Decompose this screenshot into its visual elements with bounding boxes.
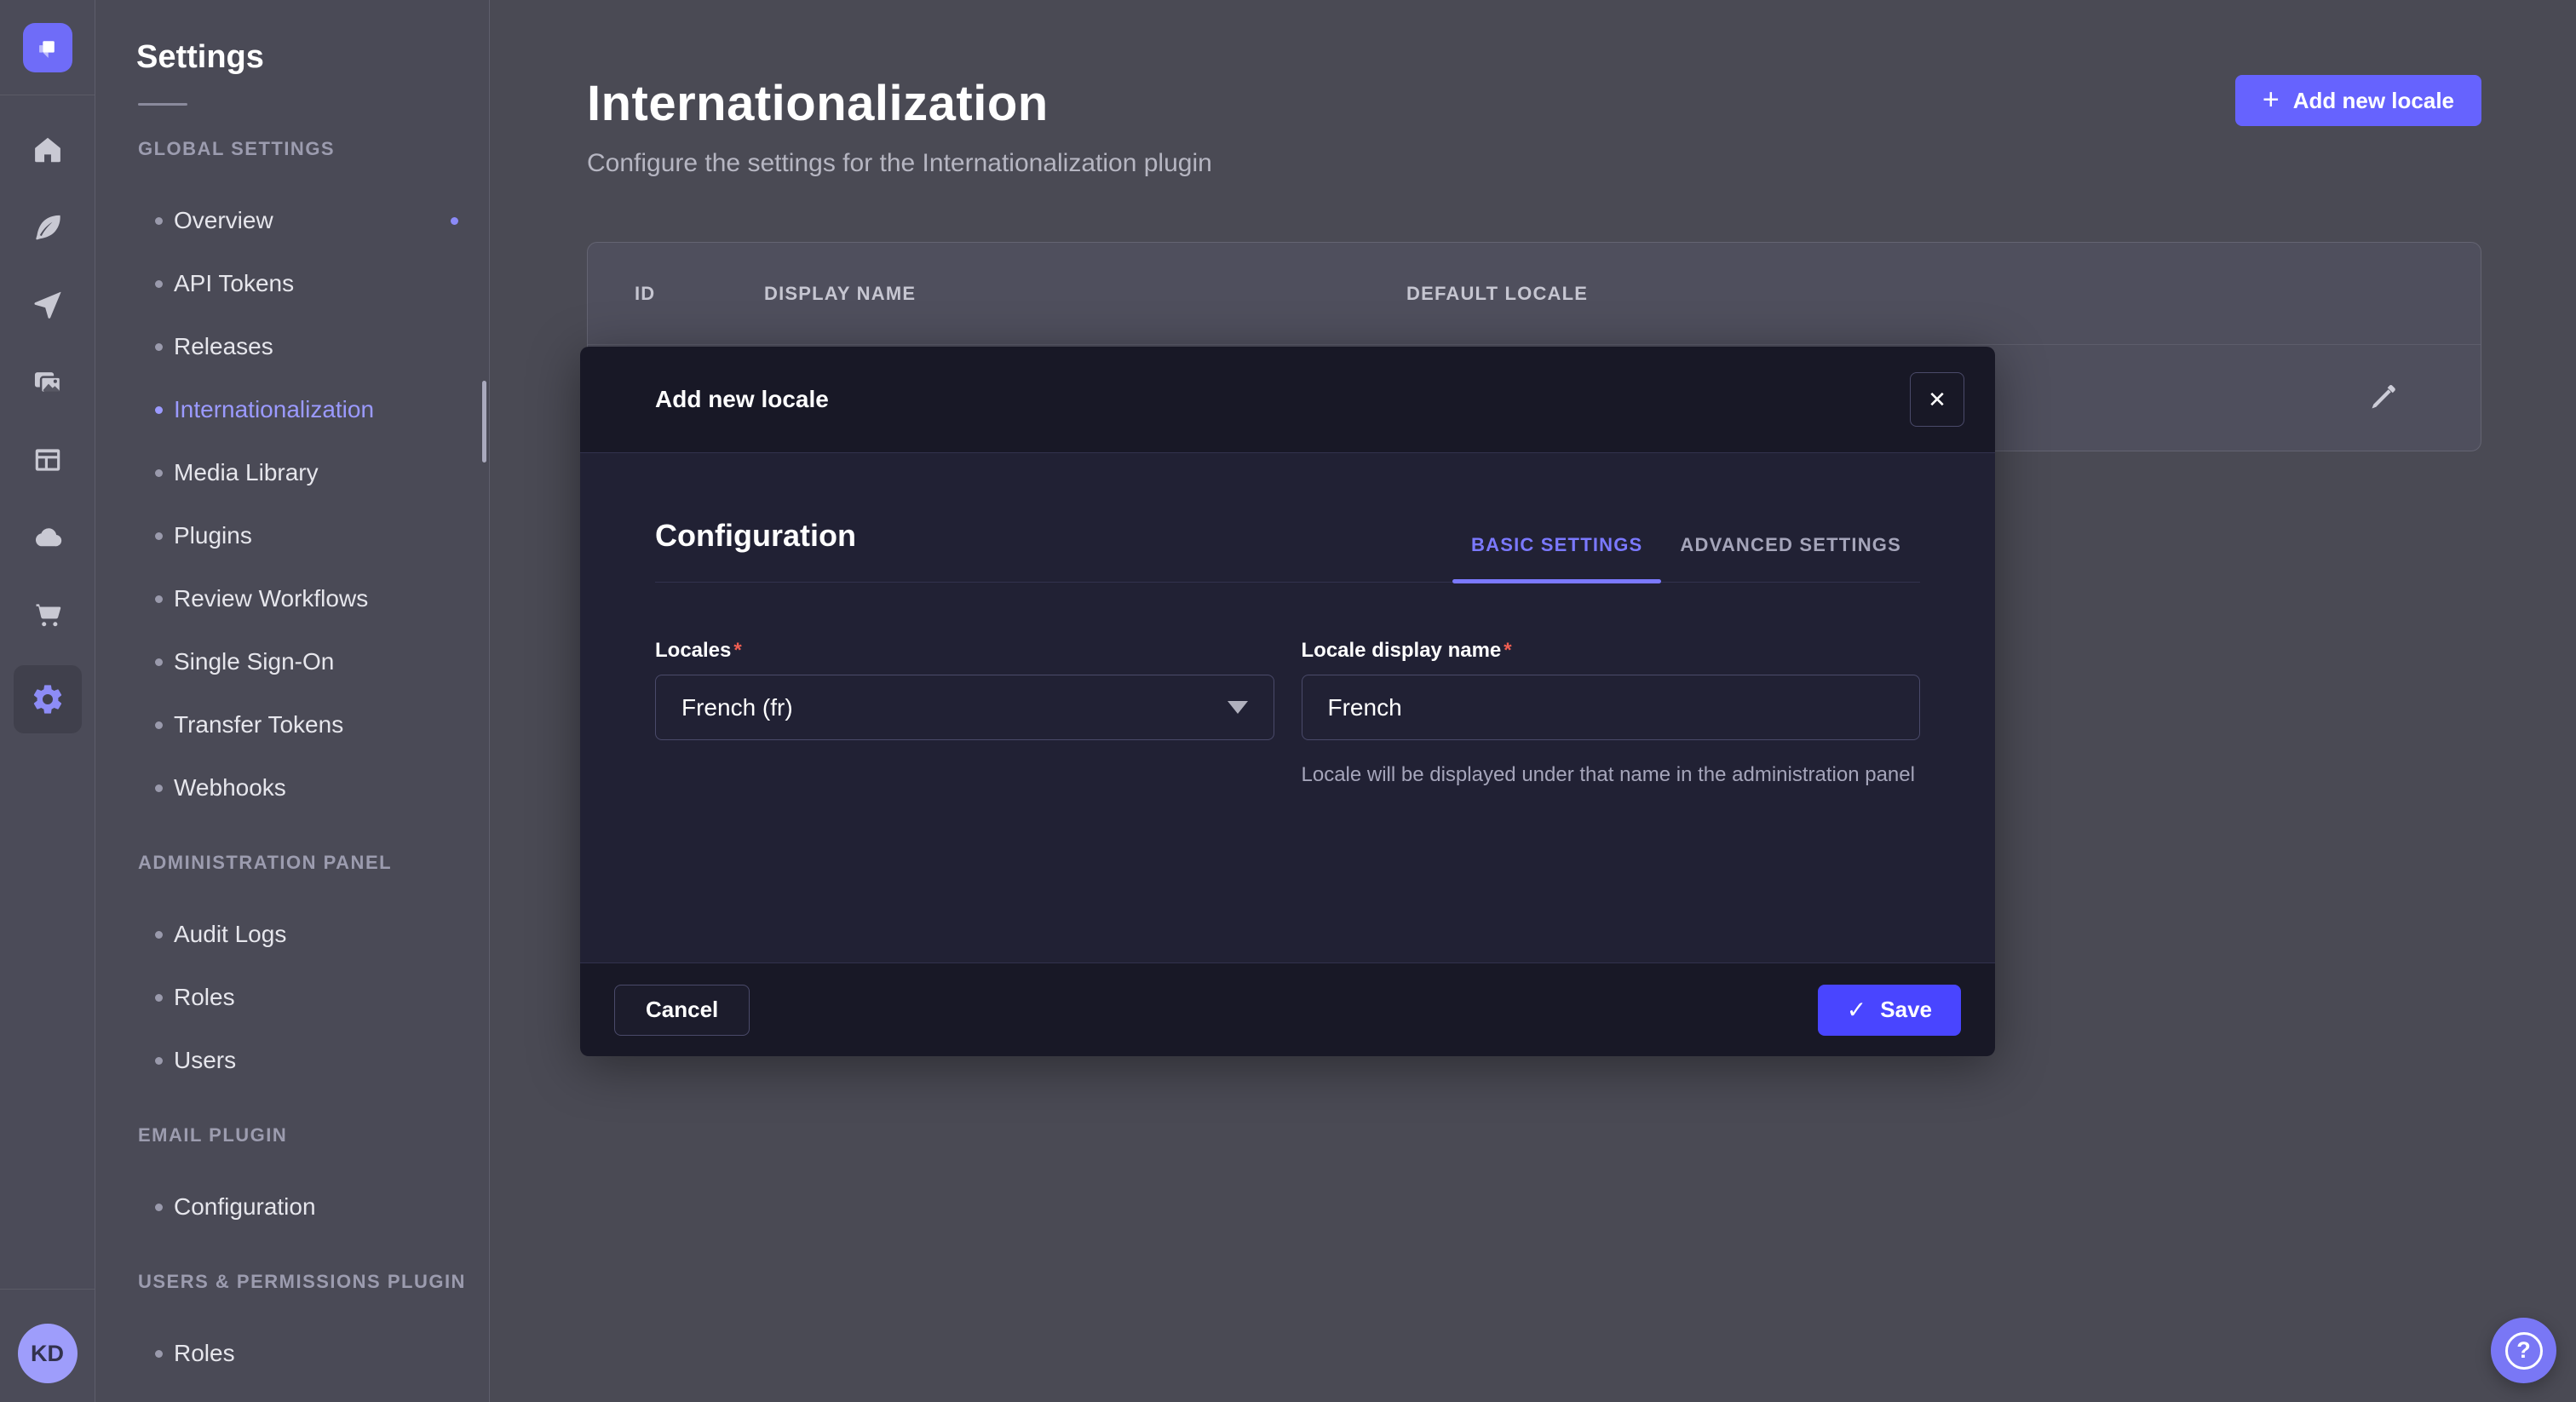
required-asterisk: * xyxy=(1504,639,1511,662)
strapi-logo[interactable] xyxy=(23,23,72,72)
display-name-hint: Locale will be displayed under that name… xyxy=(1302,761,1921,790)
sidebar-item-up-roles[interactable]: Roles xyxy=(95,1322,489,1385)
close-icon[interactable]: ✕ xyxy=(1910,372,1964,427)
page-subtitle: Configure the settings for the Internati… xyxy=(587,149,1212,178)
bullet-icon xyxy=(155,406,163,414)
sidebar-item-overview[interactable]: Overview xyxy=(95,189,489,252)
bullet-icon xyxy=(155,217,163,225)
bullet-icon xyxy=(155,532,163,540)
chevron-down-icon xyxy=(1228,701,1248,714)
subnav-title-divider xyxy=(138,103,187,106)
modal-title: Add new locale xyxy=(655,386,829,413)
locales-select[interactable]: French (fr) xyxy=(655,675,1274,740)
sidebar-item-single-sign-on[interactable]: Single Sign-On xyxy=(95,630,489,693)
cancel-button[interactable]: Cancel xyxy=(614,985,750,1036)
bullet-icon xyxy=(155,784,163,792)
bullet-icon xyxy=(155,343,163,351)
content-manager-icon[interactable] xyxy=(20,433,75,487)
sidebar-item-audit-logs[interactable]: Audit Logs xyxy=(95,903,489,966)
sidebar-item-review-workflows[interactable]: Review Workflows xyxy=(95,567,489,630)
scrollbar-thumb[interactable] xyxy=(482,381,486,463)
table-header-row: ID DISPLAY NAME DEFAULT LOCALE xyxy=(588,243,2481,345)
locales-label: Locales* xyxy=(655,639,1274,663)
column-header-default-locale: DEFAULT LOCALE xyxy=(1406,283,2481,305)
strapi-logo-glyph xyxy=(33,33,62,62)
locales-field: Locales* French (fr) xyxy=(655,639,1274,790)
sidebar-item-plugins[interactable]: Plugins xyxy=(95,504,489,567)
page-title: Internationalization xyxy=(587,75,1212,132)
tab-advanced-settings[interactable]: ADVANCED SETTINGS xyxy=(1661,508,1920,582)
bullet-icon xyxy=(155,469,163,477)
modal-header: Add new locale ✕ xyxy=(580,347,1995,453)
section-administration-panel: ADMINISTRATION PANEL xyxy=(138,852,489,874)
edit-locale-button[interactable] xyxy=(2368,382,2399,415)
question-icon: ? xyxy=(2505,1332,2543,1370)
rail-bottom-divider xyxy=(0,1289,95,1290)
sidebar-item-api-tokens[interactable]: API Tokens xyxy=(95,252,489,315)
media-library-icon[interactable] xyxy=(20,355,75,410)
save-button[interactable]: ✓ Save xyxy=(1818,985,1961,1036)
bullet-icon xyxy=(155,658,163,666)
sidebar-item-users[interactable]: Users xyxy=(95,1029,489,1092)
bullet-icon xyxy=(155,994,163,1002)
bullet-icon xyxy=(155,1204,163,1211)
settings-tabs: BASIC SETTINGS ADVANCED SETTINGS xyxy=(1452,508,1920,582)
page-header-text: Internationalization Configure the setti… xyxy=(587,75,1212,178)
bullet-icon xyxy=(155,721,163,729)
settings-subnav: Settings GLOBAL SETTINGS Overview API To… xyxy=(95,0,490,1402)
home-icon[interactable] xyxy=(20,123,75,177)
tab-basic-settings[interactable]: BASIC SETTINGS xyxy=(1452,508,1661,582)
strapi-admin-app: KD Settings GLOBAL SETTINGS Overview API… xyxy=(0,0,2576,1402)
column-header-display-name: DISPLAY NAME xyxy=(764,283,1406,305)
notification-dot xyxy=(451,217,458,225)
pencil-icon xyxy=(2368,382,2399,412)
bullet-icon xyxy=(155,1057,163,1065)
help-button[interactable]: ? xyxy=(2491,1318,2556,1383)
send-icon[interactable] xyxy=(20,278,75,332)
modal-body: Configuration BASIC SETTINGS ADVANCED SE… xyxy=(580,453,1995,962)
bullet-icon xyxy=(155,280,163,288)
required-asterisk: * xyxy=(733,639,741,662)
section-global-settings: GLOBAL SETTINGS xyxy=(138,138,489,160)
column-header-id: ID xyxy=(635,283,764,305)
section-users-permissions-plugin: USERS & PERMISSIONS PLUGIN xyxy=(138,1271,489,1293)
marketplace-cart-icon[interactable] xyxy=(20,588,75,642)
cloud-icon[interactable] xyxy=(20,510,75,565)
sidebar-item-internationalization[interactable]: Internationalization xyxy=(95,378,489,441)
sidebar-item-webhooks[interactable]: Webhooks xyxy=(95,756,489,819)
sidebar-item-admin-roles[interactable]: Roles xyxy=(95,966,489,1029)
plus-icon: + xyxy=(2263,85,2280,114)
quill-icon[interactable] xyxy=(20,200,75,255)
sidebar-item-media-library[interactable]: Media Library xyxy=(95,441,489,504)
sidebar-item-transfer-tokens[interactable]: Transfer Tokens xyxy=(95,693,489,756)
user-avatar[interactable]: KD xyxy=(18,1324,78,1383)
bullet-icon xyxy=(155,595,163,603)
configuration-section-title: Configuration xyxy=(655,518,856,554)
bullet-icon xyxy=(155,1350,163,1358)
main-icon-sidebar: KD xyxy=(0,0,95,1402)
locales-select-value: French (fr) xyxy=(681,694,793,721)
display-name-field: Locale display name* Locale will be disp… xyxy=(1302,639,1921,790)
settings-gear-icon[interactable] xyxy=(14,665,82,733)
section-email-plugin: EMAIL PLUGIN xyxy=(138,1124,489,1146)
modal-footer: Cancel ✓ Save xyxy=(580,962,1995,1056)
subnav-title: Settings xyxy=(95,0,489,76)
check-icon: ✓ xyxy=(1847,996,1866,1024)
sidebar-item-providers[interactable]: Providers xyxy=(95,1385,489,1402)
add-new-locale-modal: Add new locale ✕ Configuration BASIC SET… xyxy=(580,347,1995,1056)
add-new-locale-button[interactable]: + Add new locale xyxy=(2235,75,2481,126)
bullet-icon xyxy=(155,931,163,939)
sidebar-item-releases[interactable]: Releases xyxy=(95,315,489,378)
sidebar-item-email-configuration[interactable]: Configuration xyxy=(95,1175,489,1238)
display-name-label: Locale display name* xyxy=(1302,639,1921,663)
display-name-input[interactable] xyxy=(1302,675,1921,740)
